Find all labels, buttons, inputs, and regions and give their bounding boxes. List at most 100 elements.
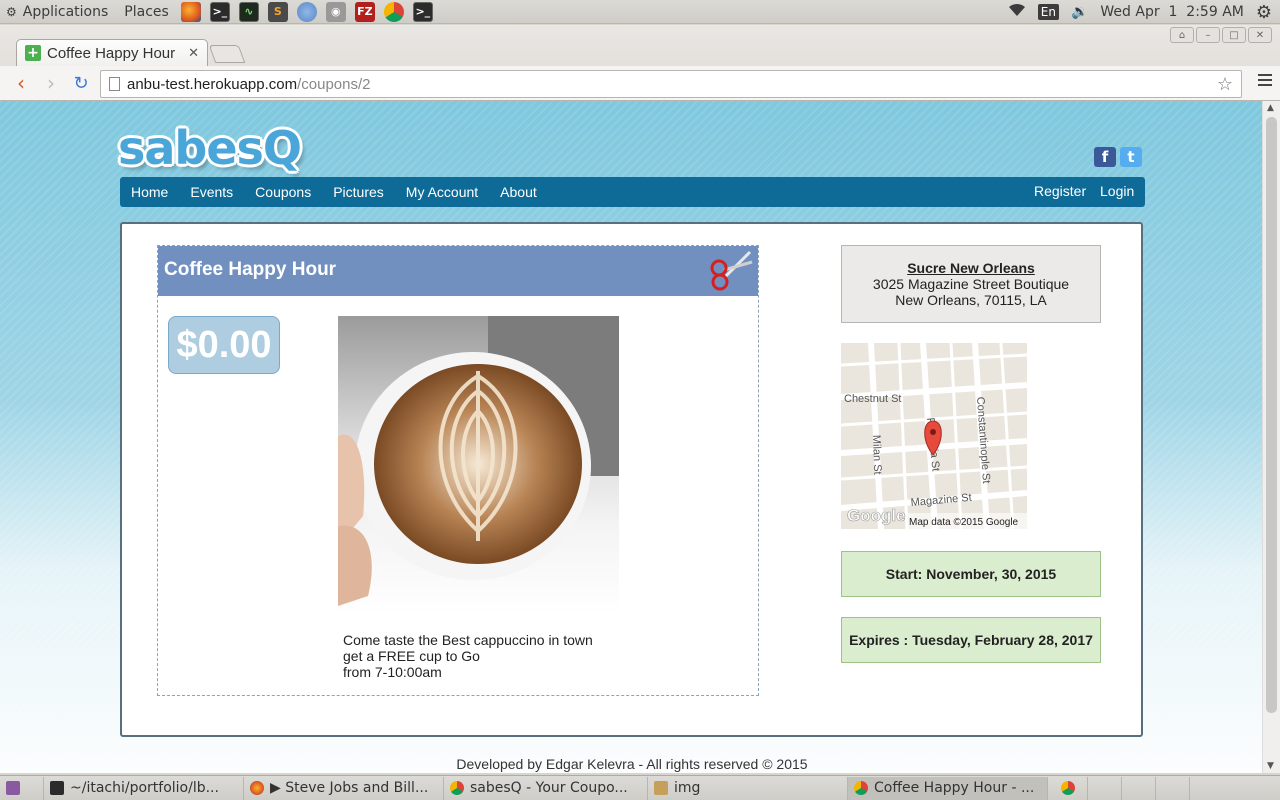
- coupon-title: Coffee Happy Hour: [164, 259, 337, 280]
- taskbar-item-label: img: [674, 780, 701, 796]
- page-icon: [109, 77, 120, 91]
- taskbar-item-label: ~/itachi/portfolio/lb...: [70, 780, 219, 796]
- system-top-bar: ⚙ Applications Places >_ ∿ S ◉ FZ >_ En …: [0, 0, 1280, 24]
- taskbar-item-terminal[interactable]: ~/itachi/portfolio/lb...: [44, 776, 244, 800]
- sublime-launcher-icon[interactable]: S: [267, 1, 288, 22]
- business-address-card: Sucre New Orleans 3025 Magazine Street B…: [841, 245, 1101, 323]
- scrollbar-thumb[interactable]: [1266, 117, 1277, 713]
- coupon-card: Coffee Happy Hour $0.00 Come taste the B…: [157, 245, 759, 696]
- favicon-plus-icon: +: [25, 45, 41, 61]
- user-icon[interactable]: ⌂: [1170, 27, 1194, 43]
- taskbar-item-firefox[interactable]: ▶ Steve Jobs and Bill...: [244, 776, 444, 800]
- site-logo[interactable]: sabesQ: [118, 121, 302, 175]
- map-street-label: Milan St: [870, 435, 883, 475]
- keyboard-layout-indicator[interactable]: En: [1037, 4, 1059, 20]
- back-arrow-icon[interactable]: ‹: [8, 70, 34, 96]
- social-links: f t: [1094, 147, 1142, 167]
- system-tray: En 🔉 Wed Apr 1 2:59 AM ⚙: [1008, 0, 1272, 24]
- chrome-tray-icon: [1060, 781, 1075, 795]
- maximize-icon[interactable]: □: [1222, 27, 1246, 43]
- taskbar-item-label: sabesQ - Your Coupo...: [470, 780, 628, 796]
- nav-coupons[interactable]: Coupons: [255, 184, 311, 200]
- chrome-launcher-icon[interactable]: [383, 1, 404, 22]
- tab-title: Coffee Happy Hour: [47, 44, 176, 62]
- taskbar-item-label: Coffee Happy Hour - ...: [874, 780, 1035, 796]
- nav-my-account[interactable]: My Account: [406, 184, 478, 200]
- places-menu[interactable]: Places: [124, 4, 169, 20]
- taskbar-item-coffee[interactable]: Coffee Happy Hour - ...: [848, 776, 1048, 800]
- chromium-launcher-icon[interactable]: [296, 1, 317, 22]
- new-tab-button[interactable]: [208, 45, 246, 63]
- site-footer: Developed by Edgar Kelevra - All rights …: [456, 756, 808, 772]
- location-map[interactable]: Chestnut St Milan St Prytania St Constan…: [841, 343, 1027, 529]
- applications-label: Applications: [22, 3, 109, 20]
- desktop-icon: [6, 781, 20, 795]
- close-window-icon[interactable]: ✕: [1248, 27, 1272, 43]
- taskbar-item-sabesq[interactable]: sabesQ - Your Coupo...: [444, 776, 648, 800]
- nav-pictures[interactable]: Pictures: [333, 184, 384, 200]
- business-city: New Orleans, 70115, LA: [895, 292, 1047, 308]
- chrome-menu-icon[interactable]: [1258, 74, 1272, 89]
- workspace-1[interactable]: [1088, 776, 1122, 800]
- minimize-icon[interactable]: –: [1196, 27, 1220, 43]
- facebook-icon[interactable]: f: [1094, 147, 1116, 167]
- business-name-link[interactable]: Sucre New Orleans: [842, 260, 1100, 276]
- nav-events[interactable]: Events: [190, 184, 233, 200]
- reload-icon[interactable]: ↻: [68, 70, 94, 96]
- chrome-icon: [854, 781, 868, 795]
- scissors-icon[interactable]: [708, 248, 754, 294]
- business-street: 3025 Magazine Street Boutique: [872, 276, 1070, 292]
- chrome-icon: [450, 781, 464, 795]
- browser-frame: + Coffee Happy Hour ✕ ⌂ – □ ✕ ‹ › ↻ anbu…: [0, 25, 1280, 101]
- google-logo: Google: [847, 506, 906, 525]
- filezilla-launcher-icon[interactable]: FZ: [354, 1, 375, 22]
- clock[interactable]: Wed Apr 1 2:59 AM: [1100, 4, 1243, 20]
- show-desktop-button[interactable]: [0, 776, 44, 800]
- workspace-2[interactable]: [1122, 776, 1156, 800]
- terminal-icon: [50, 781, 64, 795]
- scroll-down-arrow-icon[interactable]: ▼: [1267, 761, 1274, 771]
- coupon-image-cappuccino: [338, 316, 619, 616]
- bookmark-star-icon[interactable]: ☆: [1217, 74, 1233, 95]
- workspace-3[interactable]: [1156, 776, 1190, 800]
- browser-tab[interactable]: + Coffee Happy Hour ✕: [16, 39, 208, 66]
- nav-about[interactable]: About: [500, 184, 537, 200]
- map-street-label: Chestnut St: [844, 393, 901, 405]
- coupon-header: Coffee Happy Hour: [158, 246, 758, 296]
- image-viewer-icon: [654, 781, 668, 795]
- address-bar[interactable]: anbu-test.herokuapp.com/coupons/2 ☆: [100, 70, 1242, 98]
- taskbar-chrome-tray[interactable]: [1048, 776, 1088, 800]
- browser-toolbar: ‹ › ↻ anbu-test.herokuapp.com/coupons/2 …: [0, 66, 1280, 101]
- wifi-icon[interactable]: [1008, 3, 1026, 21]
- url-host: anbu-test.herokuapp.com: [127, 75, 298, 93]
- page-scrollbar[interactable]: ▲ ▼: [1262, 101, 1280, 773]
- description-line: Come taste the Best cappuccino in town: [343, 632, 593, 648]
- system-monitor-launcher-icon[interactable]: ∿: [238, 1, 259, 22]
- scroll-up-arrow-icon[interactable]: ▲: [1267, 103, 1274, 113]
- terminal2-launcher-icon[interactable]: >_: [412, 1, 433, 22]
- taskbar-item-img[interactable]: img: [648, 776, 848, 800]
- places-label: Places: [124, 3, 169, 20]
- camera-launcher-icon[interactable]: ◉: [325, 1, 346, 22]
- url-path: /coupons/2: [297, 75, 371, 93]
- power-gear-icon[interactable]: ⚙: [1256, 2, 1272, 23]
- forward-arrow-icon[interactable]: ›: [38, 70, 64, 96]
- twitter-icon[interactable]: t: [1120, 147, 1142, 167]
- nav-home[interactable]: Home: [131, 184, 168, 200]
- coupon-description: Come taste the Best cappuccino in town g…: [343, 632, 593, 680]
- volume-icon[interactable]: 🔉: [1071, 4, 1088, 20]
- start-date-badge: Start: November, 30, 2015: [841, 551, 1101, 597]
- firefox-launcher-icon[interactable]: [180, 1, 201, 22]
- applications-menu[interactable]: ⚙ Applications: [6, 4, 108, 20]
- nav-register[interactable]: Register: [1034, 183, 1086, 199]
- page-viewport: sabesQ f t Home Events Coupons Pictures …: [0, 101, 1262, 773]
- terminal-launcher-icon[interactable]: >_: [209, 1, 230, 22]
- main-nav: Home Events Coupons Pictures My Account …: [120, 177, 1145, 207]
- tab-close-icon[interactable]: ✕: [188, 46, 199, 61]
- taskbar-item-label: ▶ Steve Jobs and Bill...: [270, 780, 429, 796]
- description-line: from 7-10:00am: [343, 664, 442, 680]
- nav-login[interactable]: Login: [1100, 183, 1134, 199]
- ubuntu-icon: ⚙: [6, 4, 17, 19]
- window-controls: ⌂ – □ ✕: [1170, 27, 1272, 43]
- firefox-icon: [250, 781, 264, 795]
